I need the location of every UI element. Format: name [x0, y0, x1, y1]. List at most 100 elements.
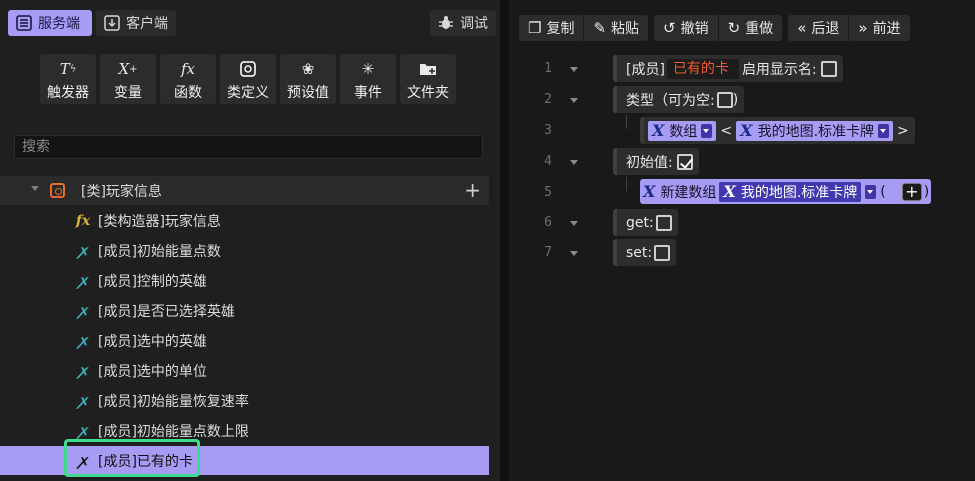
add-function-button[interactable]: fx 函数 — [160, 54, 216, 104]
class-icon — [237, 59, 259, 79]
forward-label: 前进 — [872, 21, 901, 37]
variable-icon: ꭗ — [79, 303, 87, 319]
member-prefix: [成员] — [626, 61, 665, 78]
variable-icon: ꭗ — [79, 453, 87, 469]
tool-label: 触发器 — [47, 85, 89, 101]
array-type-pill[interactable]: X 数组 — [648, 120, 717, 141]
fold-arrow-icon[interactable] — [570, 67, 578, 72]
card-type-pill[interactable]: X 我的地图.标准卡牌 — [736, 120, 894, 141]
tree-item-label: [成员]是否已选择英雄 — [98, 303, 235, 320]
line-number: 1 — [544, 61, 552, 76]
getter-label: get: — [626, 214, 654, 231]
tab-client[interactable]: 客户端 — [96, 10, 176, 36]
dropdown-arrow-icon[interactable] — [878, 123, 890, 138]
tool-label: 文件夹 — [407, 85, 449, 101]
undo-button[interactable]: ↺ 撤销 — [654, 15, 719, 41]
trigger-icon: Tϟ — [59, 60, 77, 78]
debug-button[interactable]: 调试 — [430, 10, 496, 36]
tool-label: 类定义 — [227, 85, 269, 101]
nullable-checkbox[interactable] — [716, 91, 733, 108]
tree-item-label: [成员]控制的英雄 — [98, 273, 207, 290]
double-chevron-left-icon: « — [797, 19, 807, 37]
variable-icon: ꭗ — [79, 333, 87, 349]
add-element-button[interactable]: + — [901, 182, 922, 201]
dropdown-arrow-icon[interactable] — [701, 123, 713, 138]
tree-item-label: [成员]选中的英雄 — [98, 333, 207, 350]
tree-item[interactable]: ꭗ [成员]初始能量点数 — [0, 236, 489, 265]
variable-type-icon: X — [740, 121, 753, 140]
search-input[interactable]: 搜索 — [14, 135, 483, 159]
array-type-block[interactable]: X 数组 < X 我的地图.标准卡牌 > — [640, 117, 915, 144]
double-chevron-right-icon: » — [858, 19, 868, 37]
tool-label: 事件 — [354, 85, 382, 101]
navigation-group: « 后退 » 前进 — [788, 15, 910, 41]
history-group: ↺ 撤销 ↻ 重做 — [654, 15, 783, 41]
add-variable-button[interactable]: X + 变量 — [100, 54, 156, 104]
toolbox: Tϟ 触发器 X + 变量 fx 函数 类定义 ❀ 预设值 ✳ 事件 文件夹 — [40, 54, 456, 104]
show-name-checkbox[interactable] — [820, 60, 837, 77]
fold-arrow-icon[interactable] — [570, 221, 578, 226]
tree-item-selected[interactable]: ꭗ [成员]已有的卡 — [0, 446, 489, 475]
initial-value-block[interactable]: 初始值: — [613, 148, 699, 175]
add-trigger-button[interactable]: Tϟ 触发器 — [40, 54, 96, 104]
download-icon — [104, 15, 120, 31]
variable-type-icon: X — [723, 182, 736, 201]
add-folder-button[interactable]: 文件夹 — [400, 54, 456, 104]
line-number: 7 — [544, 245, 552, 260]
member-declaration-block[interactable]: [成员] 已有的卡 启用显示名: — [613, 55, 843, 82]
editor-toolbar: ❐ 复制 ✎ 粘贴 ↺ 撤销 ↻ 重做 « 后退 » 前进 — [519, 15, 910, 41]
tree-item[interactable]: fx [类构造器]玩家信息 — [0, 206, 489, 235]
fold-arrow-icon[interactable] — [570, 98, 578, 103]
paste-button[interactable]: ✎ 粘贴 — [584, 15, 648, 41]
variable-icon: ꭗ — [79, 423, 87, 439]
dropdown-arrow-icon[interactable] — [865, 184, 877, 199]
indent-guide — [626, 177, 627, 191]
paren-close: ) — [923, 183, 930, 200]
bug-icon — [439, 16, 453, 29]
initial-value-checkbox[interactable] — [676, 153, 693, 170]
add-member-icon[interactable]: + — [464, 180, 481, 200]
tree-class-node[interactable]: [类]玩家信息 + — [0, 176, 489, 205]
redo-label: 重做 — [745, 21, 774, 37]
setter-checkbox[interactable] — [654, 244, 671, 261]
getter-block[interactable]: get: — [613, 209, 678, 236]
tree-item[interactable]: ꭗ [成员]控制的英雄 — [0, 266, 489, 295]
tree-item[interactable]: ꭗ [成员]选中的英雄 — [0, 326, 489, 355]
tree-item[interactable]: ꭗ [成员]是否已选择英雄 — [0, 296, 489, 325]
forward-button[interactable]: » 前进 — [849, 15, 909, 41]
initial-value-label: 初始值: — [626, 154, 673, 171]
variable-type-icon: X — [652, 121, 665, 140]
tree-item[interactable]: ꭗ [成员]初始能量恢复速率 — [0, 386, 489, 415]
tab-server[interactable]: 服务端 — [8, 10, 92, 36]
setter-block[interactable]: set: — [613, 239, 677, 266]
tree-item-label: [成员]初始能量恢复速率 — [98, 393, 249, 410]
new-array-block[interactable]: X 新建数组 X 我的地图.标准卡牌 ( + ) — [640, 179, 932, 204]
variable-icon: ꭗ — [79, 273, 87, 289]
copy-button[interactable]: ❐ 复制 — [519, 15, 585, 41]
member-name-input[interactable]: 已有的卡 — [666, 58, 739, 79]
type-block[interactable]: 类型（可为空: ) — [613, 86, 745, 113]
back-button[interactable]: « 后退 — [788, 15, 850, 41]
tree-item[interactable]: ꭗ [成员]选中的单位 — [0, 356, 489, 385]
type-close-paren: ) — [732, 91, 739, 108]
type-label: 类型（可为空: — [626, 92, 715, 109]
code-editor-panel: ❐ 复制 ✎ 粘贴 ↺ 撤销 ↻ 重做 « 后退 » 前进 1 2 3 4 5 … — [509, 0, 975, 481]
redo-button[interactable]: ↻ 重做 — [719, 15, 783, 41]
generic-close: > — [897, 122, 909, 139]
variable-icon: ꭗ — [79, 393, 87, 409]
tree-item[interactable]: ꭗ [成员]初始能量点数上限 — [0, 416, 489, 445]
getter-checkbox[interactable] — [655, 214, 672, 231]
fold-arrow-icon[interactable] — [570, 251, 578, 256]
new-array-type-pill[interactable]: X 我的地图.标准卡牌 — [719, 181, 862, 202]
add-class-button[interactable]: 类定义 — [220, 54, 276, 104]
card-type-label: 我的地图.标准卡牌 — [757, 123, 875, 140]
show-name-label: 启用显示名: — [741, 61, 817, 78]
fold-arrow-icon[interactable] — [570, 160, 578, 165]
add-preset-button[interactable]: ❀ 预设值 — [280, 54, 336, 104]
add-event-button[interactable]: ✳ 事件 — [340, 54, 396, 104]
paren-open: ( — [880, 183, 886, 200]
tree-item-label: [成员]已有的卡 — [98, 453, 193, 470]
paste-icon: ✎ — [593, 19, 607, 37]
paste-label: 粘贴 — [611, 21, 640, 37]
collapse-arrow-icon[interactable] — [31, 186, 39, 191]
